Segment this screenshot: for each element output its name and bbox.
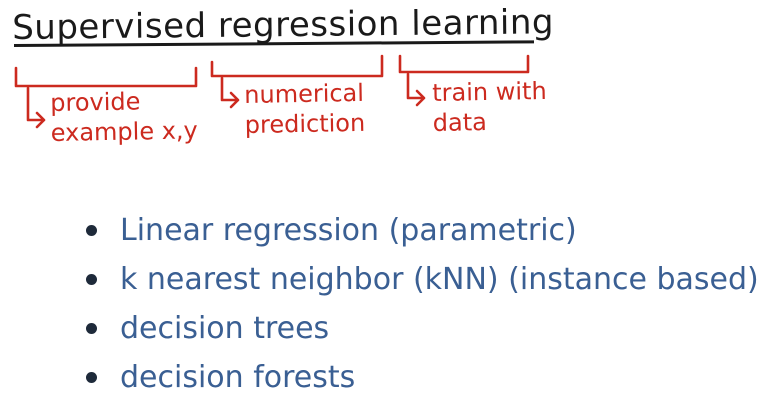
annotation-line: data xyxy=(432,108,488,137)
annotation-line: prediction xyxy=(244,108,366,139)
bracket-supervised xyxy=(14,66,198,88)
annotation-line: provide xyxy=(50,87,141,117)
arrow-train xyxy=(406,72,426,107)
list-item: decision forests xyxy=(84,353,759,402)
bullet-dot-icon xyxy=(86,323,97,334)
bracket-learning xyxy=(398,54,530,74)
bullet-dot-icon xyxy=(86,225,97,236)
annotation-line: numerical xyxy=(244,78,365,109)
list-item-text: decision trees xyxy=(120,311,330,346)
list-item-text: k nearest neighbor (kNN) (instance based… xyxy=(120,262,759,297)
list-item-text: Linear regression (parametric) xyxy=(120,213,577,248)
bullet-dot-icon xyxy=(86,372,97,383)
list-item: k nearest neighbor (kNN) (instance based… xyxy=(84,255,759,304)
annotation-train: train with data xyxy=(432,76,547,138)
algorithm-list: Linear regression (parametric) k nearest… xyxy=(84,206,759,402)
list-item-text: decision forests xyxy=(120,360,356,395)
annotation-line: train with xyxy=(432,77,547,107)
list-item: decision trees xyxy=(84,304,759,353)
annotation-line: example x,y xyxy=(50,116,198,147)
whiteboard: Supervised regression learning provide e… xyxy=(0,0,765,400)
bullet-dot-icon xyxy=(86,274,97,285)
bracket-regression xyxy=(210,54,384,78)
list-item: Linear regression (parametric) xyxy=(84,206,759,255)
arrow-provide xyxy=(26,86,46,129)
arrow-numerical xyxy=(220,76,240,109)
annotation-provide: provide example x,y xyxy=(50,85,198,148)
annotation-numerical: numerical prediction xyxy=(244,78,365,140)
